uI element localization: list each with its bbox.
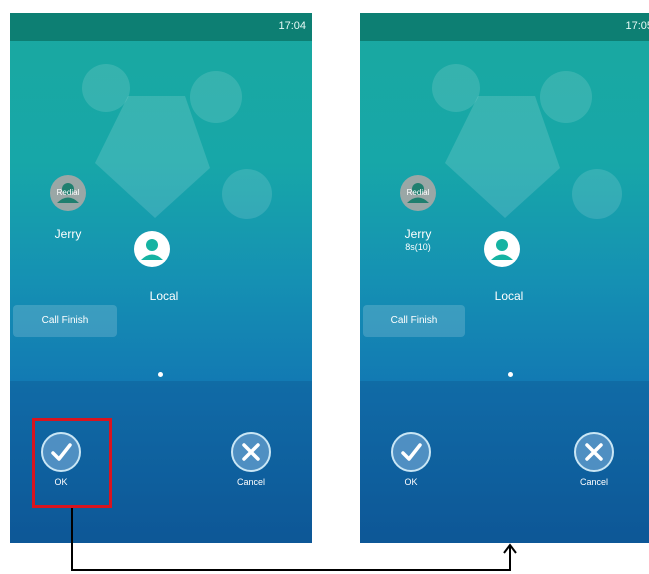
flow-connector-arrow bbox=[71, 508, 517, 571]
